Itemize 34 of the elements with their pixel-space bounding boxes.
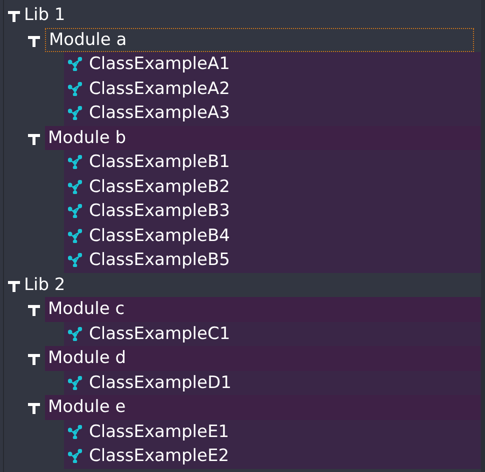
expander-icon[interactable]: [27, 400, 41, 414]
class-item[interactable]: ClassExampleB4: [64, 224, 481, 248]
library-item[interactable]: Lib 1: [24, 5, 66, 26]
module-item[interactable]: Module d: [45, 346, 481, 370]
class-icon: [68, 376, 82, 390]
class-item[interactable]: ClassExampleA3: [64, 101, 481, 126]
class-icon: [68, 82, 82, 96]
class-item[interactable]: ClassExampleE1: [64, 420, 481, 444]
class-icon: [68, 326, 82, 341]
class-item[interactable]: ClassExampleB1: [64, 150, 481, 174]
class-icon: [68, 155, 82, 170]
class-item[interactable]: ClassExampleA1: [64, 52, 481, 76]
class-item[interactable]: ClassExampleB3: [64, 199, 481, 224]
class-item[interactable]: ClassExampleC1: [64, 322, 481, 346]
class-icon: [68, 424, 82, 439]
expander-icon[interactable]: [27, 351, 41, 366]
module-item[interactable]: Module c: [45, 297, 481, 322]
class-icon: [68, 449, 82, 464]
class-icon: [68, 57, 82, 72]
class-icon: [68, 253, 82, 268]
class-icon: [68, 106, 82, 120]
module-item[interactable]: Module e: [45, 395, 481, 420]
class-item[interactable]: ClassExampleB2: [64, 174, 481, 199]
expander-icon[interactable]: [27, 302, 41, 316]
expander-icon[interactable]: [7, 8, 21, 22]
class-item[interactable]: ClassExampleD1: [64, 370, 481, 395]
library-item[interactable]: Lib 2: [24, 274, 66, 295]
class-icon: [68, 204, 82, 218]
class-icon: [68, 228, 82, 243]
class-item[interactable]: ClassExampleA2: [64, 76, 481, 101]
class-item[interactable]: ClassExampleE2: [64, 444, 481, 468]
module-item[interactable]: Module b: [45, 126, 481, 150]
class-item[interactable]: ClassExampleB5: [64, 248, 481, 272]
class-icon: [68, 180, 82, 194]
